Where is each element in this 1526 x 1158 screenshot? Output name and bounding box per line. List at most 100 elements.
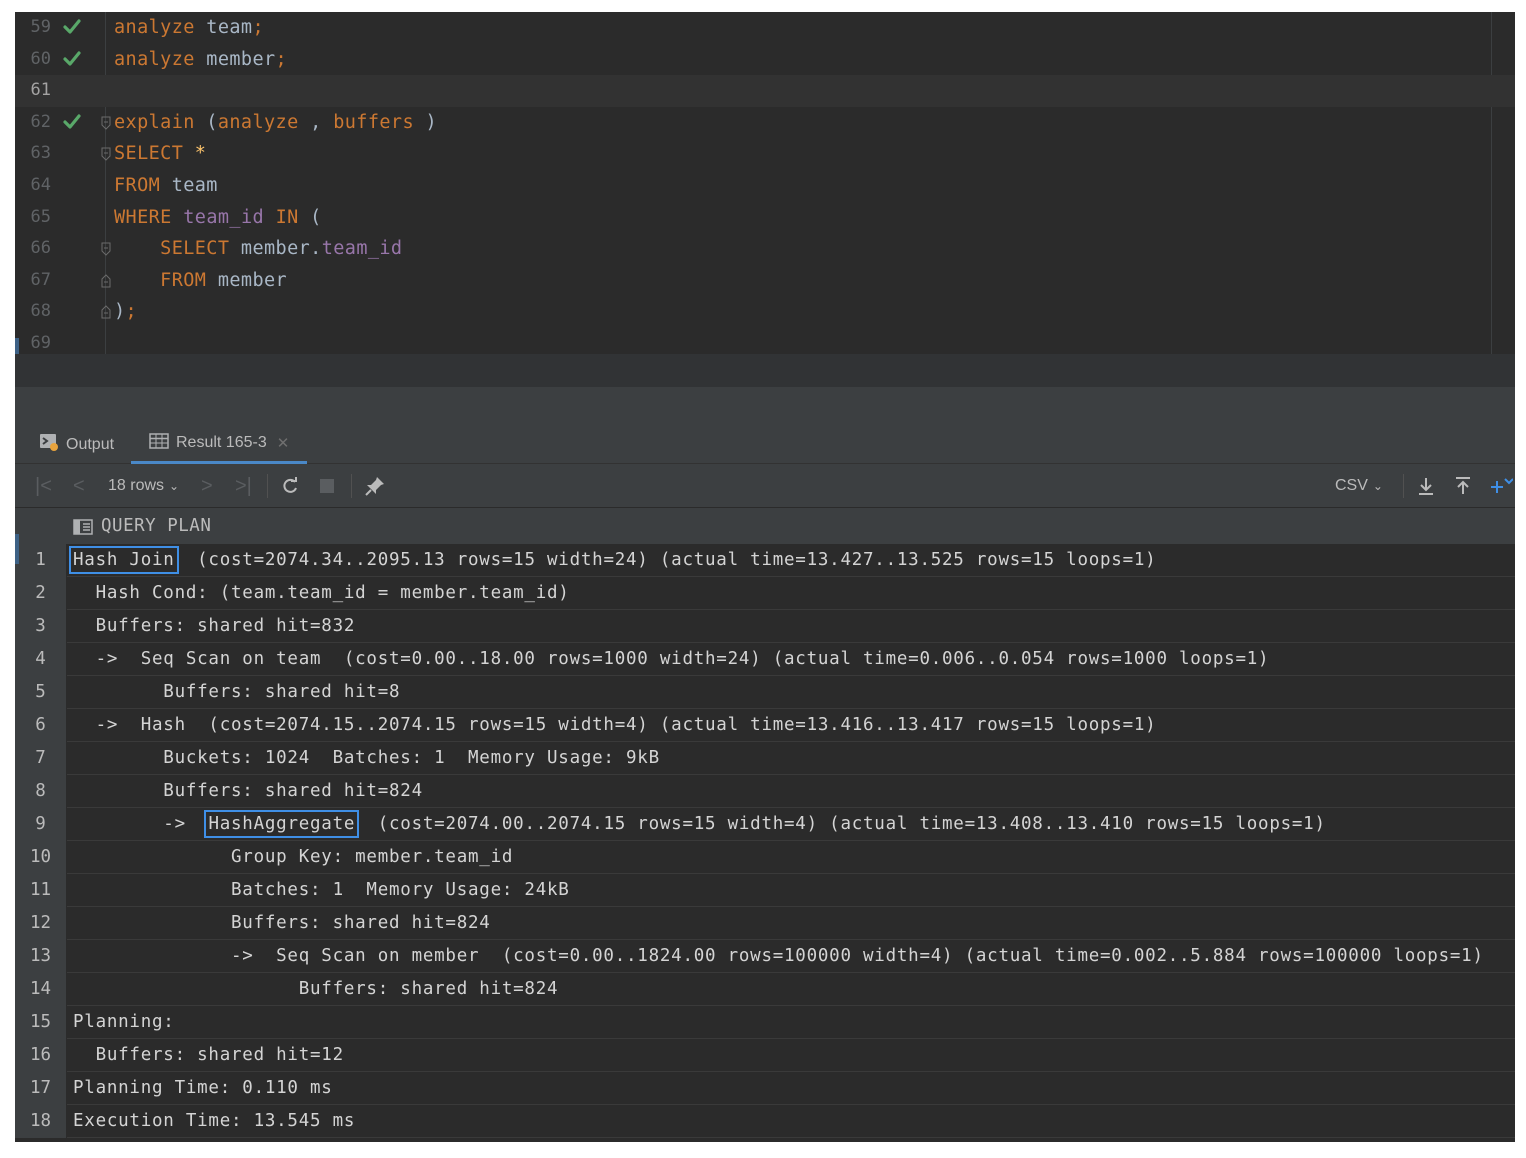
- last-page-icon[interactable]: >|: [235, 464, 252, 508]
- previous-page-icon[interactable]: <: [73, 464, 85, 508]
- first-page-icon[interactable]: |<: [35, 464, 52, 508]
- row-number[interactable]: 7: [15, 742, 67, 775]
- console-icon: [39, 433, 59, 456]
- editor-line[interactable]: 62 explain (analyze , buffers ): [15, 107, 1515, 139]
- table-row[interactable]: 12 Buffers: shared hit=824: [15, 907, 1515, 940]
- line-number: 59: [30, 17, 51, 37]
- row-number[interactable]: 16: [15, 1039, 67, 1072]
- code-text: SELECT *: [114, 138, 206, 170]
- compare-icon[interactable]: [1489, 464, 1513, 508]
- editor-line[interactable]: 63 SELECT *: [15, 138, 1515, 170]
- table-row[interactable]: 18 Execution Time: 13.545 ms: [15, 1105, 1515, 1138]
- row-number[interactable]: 17: [15, 1072, 67, 1105]
- row-number[interactable]: 8: [15, 775, 67, 808]
- code-text: explain (analyze , buffers ): [114, 107, 437, 139]
- table-row[interactable]: 7 Buckets: 1024 Batches: 1 Memory Usage:…: [15, 742, 1515, 775]
- query-plan-cell[interactable]: Buffers: shared hit=8: [73, 676, 400, 709]
- fold-close-icon[interactable]: [101, 274, 111, 288]
- editor-line[interactable]: 67 FROM member: [15, 265, 1515, 297]
- fold-open-icon[interactable]: [101, 147, 111, 162]
- table-row[interactable]: 14 Buffers: shared hit=824: [15, 973, 1515, 1006]
- editor-line[interactable]: 64 FROM team: [15, 170, 1515, 202]
- toolbar-separator: [1403, 474, 1404, 498]
- row-number[interactable]: 15: [15, 1006, 67, 1039]
- query-plan-cell[interactable]: Buffers: shared hit=824: [73, 907, 491, 940]
- query-plan-cell[interactable]: -> Seq Scan on member (cost=0.00..1824.0…: [73, 940, 1484, 973]
- code-token: analyze: [217, 111, 299, 133]
- tab-output[interactable]: Output: [39, 425, 114, 464]
- query-plan-cell[interactable]: Buffers: shared hit=824: [73, 973, 558, 1006]
- row-number[interactable]: 12: [15, 907, 67, 940]
- editor-line[interactable]: 61: [15, 75, 1515, 107]
- row-number[interactable]: 1: [15, 544, 67, 577]
- query-plan-cell[interactable]: Buffers: shared hit=12: [73, 1039, 344, 1072]
- table-row[interactable]: 5 Buffers: shared hit=8: [15, 676, 1515, 709]
- row-number[interactable]: 11: [15, 874, 67, 907]
- row-number[interactable]: 3: [15, 610, 67, 643]
- close-icon[interactable]: ✕: [277, 434, 290, 452]
- query-plan-cell[interactable]: -> Seq Scan on team (cost=0.00..18.00 ro…: [73, 643, 1269, 676]
- table-row[interactable]: 1 Hash Join (cost=2074.34..2095.13 rows=1…: [15, 544, 1515, 577]
- editor-line[interactable]: 66 SELECT member.team_id: [15, 233, 1515, 265]
- row-number[interactable]: 18: [15, 1105, 67, 1138]
- query-plan-cell[interactable]: Buffers: shared hit=824: [73, 775, 423, 808]
- fold-open-icon[interactable]: [101, 116, 111, 130]
- query-plan-cell[interactable]: Buckets: 1024 Batches: 1 Memory Usage: 9…: [73, 742, 660, 775]
- row-number[interactable]: 6: [15, 709, 67, 742]
- row-number[interactable]: 2: [15, 577, 67, 610]
- query-plan-cell[interactable]: Buffers: shared hit=832: [73, 610, 355, 643]
- rows-count-dropdown[interactable]: 18 rows ⌄: [108, 464, 179, 508]
- table-row[interactable]: 11 Batches: 1 Memory Usage: 24kB: [15, 874, 1515, 907]
- panel-splitter[interactable]: [15, 387, 1515, 425]
- table-row[interactable]: 16 Buffers: shared hit=12: [15, 1039, 1515, 1072]
- table-row[interactable]: 2 Hash Cond: (team.team_id = member.team…: [15, 577, 1515, 610]
- code-token: SELECT: [114, 238, 230, 260]
- row-number[interactable]: 10: [15, 841, 67, 874]
- editor-line[interactable]: 59 analyze team;: [15, 12, 1515, 44]
- fold-close-icon[interactable]: [101, 305, 111, 319]
- query-plan-cell[interactable]: Group Key: member.team_id: [73, 841, 513, 874]
- query-plan-cell[interactable]: -> Hash (cost=2074.15..2074.15 rows=15 w…: [73, 709, 1156, 742]
- download-icon[interactable]: [1416, 464, 1436, 508]
- query-plan-cell[interactable]: Planning:: [73, 1006, 175, 1039]
- editor-line[interactable]: 60 analyze member;: [15, 44, 1515, 76]
- toolbar-separator: [267, 474, 268, 498]
- table-row[interactable]: 3 Buffers: shared hit=832: [15, 610, 1515, 643]
- table-row[interactable]: 13 -> Seq Scan on member (cost=0.00..182…: [15, 940, 1515, 973]
- table-row[interactable]: 4 -> Seq Scan on team (cost=0.00..18.00 …: [15, 643, 1515, 676]
- row-number[interactable]: 13: [15, 940, 67, 973]
- export-format-dropdown[interactable]: CSV ⌄: [1335, 464, 1383, 508]
- table-row[interactable]: 9 -> HashAggregate (cost=2074.00..2074.1…: [15, 808, 1515, 841]
- table-row[interactable]: 17 Planning Time: 0.110 ms: [15, 1072, 1515, 1105]
- fold-open-icon[interactable]: [101, 242, 111, 256]
- next-page-icon[interactable]: >: [201, 464, 213, 508]
- query-plan-cell[interactable]: Planning Time: 0.110 ms: [73, 1072, 333, 1105]
- code-text: FROM team: [114, 170, 218, 202]
- stop-icon[interactable]: [319, 464, 335, 508]
- query-plan-cell[interactable]: Batches: 1 Memory Usage: 24kB: [73, 874, 570, 907]
- table-row[interactable]: 15 Planning:: [15, 1006, 1515, 1039]
- editor-line[interactable]: 65 WHERE team_id IN (: [15, 202, 1515, 234]
- query-plan-cell[interactable]: -> HashAggregate (cost=2074.00..2074.15 …: [73, 808, 1326, 841]
- editor-line[interactable]: 68);: [15, 296, 1515, 328]
- query-plan-cell[interactable]: Hash Join (cost=2074.34..2095.13 rows=15…: [69, 544, 1156, 577]
- sql-editor[interactable]: 59 analyze team; 60 analyze member; 61 62 expl…: [15, 12, 1515, 360]
- upload-icon[interactable]: [1453, 464, 1473, 508]
- query-plan-cell[interactable]: Execution Time: 13.545 ms: [73, 1105, 355, 1138]
- query-plan-cell[interactable]: Hash Cond: (team.team_id = member.team_i…: [73, 577, 570, 610]
- row-number[interactable]: 14: [15, 973, 67, 1006]
- table-row[interactable]: 6 -> Hash (cost=2074.15..2074.15 rows=15…: [15, 709, 1515, 742]
- row-number[interactable]: 4: [15, 643, 67, 676]
- column-header-query-plan[interactable]: QUERY PLAN: [101, 508, 211, 544]
- tab-result[interactable]: Result 165-3 ✕: [131, 425, 308, 464]
- row-number[interactable]: 9: [15, 808, 67, 841]
- code-text: WHERE team_id IN (: [114, 202, 322, 234]
- refresh-icon[interactable]: [280, 464, 300, 508]
- table-row[interactable]: 8 Buffers: shared hit=824: [15, 775, 1515, 808]
- row-number[interactable]: 5: [15, 676, 67, 709]
- pin-icon[interactable]: [364, 464, 386, 508]
- line-number: 63: [30, 143, 51, 164]
- table-row[interactable]: 10 Group Key: member.team_id: [15, 841, 1515, 874]
